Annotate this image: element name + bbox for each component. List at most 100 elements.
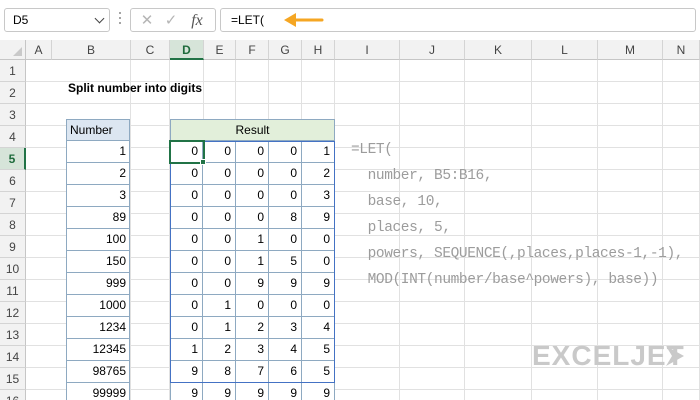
result-cell[interactable]: 9 bbox=[236, 273, 269, 295]
result-cell[interactable]: 3 bbox=[236, 339, 269, 361]
result-cell[interactable]: 0 bbox=[236, 141, 269, 163]
result-header-cell[interactable]: Result bbox=[170, 119, 335, 141]
column-header-m[interactable]: M bbox=[598, 40, 663, 60]
column-header-c[interactable]: C bbox=[131, 40, 170, 60]
result-cell[interactable]: 0 bbox=[170, 163, 203, 185]
result-cell[interactable]: 5 bbox=[302, 361, 335, 383]
column-header-f[interactable]: F bbox=[236, 40, 269, 60]
result-cell[interactable]: 3 bbox=[302, 185, 335, 207]
result-cell[interactable]: 0 bbox=[236, 207, 269, 229]
enter-icon[interactable]: ✓ bbox=[159, 10, 183, 31]
column-header-h[interactable]: H bbox=[302, 40, 335, 60]
row-header-13[interactable]: 13 bbox=[0, 324, 26, 346]
result-cell[interactable]: 0 bbox=[170, 317, 203, 339]
result-cell[interactable]: 3 bbox=[269, 317, 302, 339]
result-cell[interactable]: 0 bbox=[203, 141, 236, 163]
result-cell[interactable]: 1 bbox=[302, 141, 335, 163]
result-cell[interactable]: 0 bbox=[269, 163, 302, 185]
row-header-10[interactable]: 10 bbox=[0, 258, 26, 280]
result-cell[interactable]: 0 bbox=[170, 141, 203, 163]
result-cell[interactable]: 0 bbox=[203, 163, 236, 185]
row-header-3[interactable]: 3 bbox=[0, 104, 26, 126]
column-header-d[interactable]: D bbox=[170, 40, 204, 60]
number-cell[interactable]: 150 bbox=[66, 251, 130, 273]
result-cell[interactable]: 1 bbox=[236, 251, 269, 273]
result-cell[interactable]: 5 bbox=[302, 339, 335, 361]
row-header-15[interactable]: 15 bbox=[0, 368, 26, 390]
result-cell[interactable]: 4 bbox=[302, 317, 335, 339]
result-cell[interactable]: 0 bbox=[170, 229, 203, 251]
result-cell[interactable]: 0 bbox=[203, 251, 236, 273]
column-header-a[interactable]: A bbox=[26, 40, 52, 60]
more-options-icon[interactable] bbox=[118, 12, 122, 28]
result-cell[interactable]: 9 bbox=[170, 383, 203, 400]
column-header-g[interactable]: G bbox=[269, 40, 302, 60]
row-header-9[interactable]: 9 bbox=[0, 236, 26, 258]
number-cell[interactable]: 3 bbox=[66, 185, 130, 207]
result-cell[interactable]: 0 bbox=[203, 229, 236, 251]
result-cell[interactable]: 8 bbox=[203, 361, 236, 383]
row-header-11[interactable]: 11 bbox=[0, 280, 26, 302]
result-cell[interactable]: 8 bbox=[269, 207, 302, 229]
number-cell[interactable]: 89 bbox=[66, 207, 130, 229]
column-header-b[interactable]: B bbox=[52, 40, 131, 60]
result-cell[interactable]: 2 bbox=[302, 163, 335, 185]
name-box[interactable]: D5 bbox=[4, 8, 110, 32]
row-header-2[interactable]: 2 bbox=[0, 82, 26, 104]
result-cell[interactable]: 0 bbox=[170, 251, 203, 273]
result-cell[interactable]: 9 bbox=[269, 273, 302, 295]
row-header-8[interactable]: 8 bbox=[0, 214, 26, 236]
row-header-1[interactable]: 1 bbox=[0, 60, 26, 82]
result-cell[interactable]: 0 bbox=[269, 185, 302, 207]
result-cell[interactable]: 0 bbox=[170, 295, 203, 317]
result-cell[interactable]: 0 bbox=[203, 207, 236, 229]
result-cell[interactable]: 0 bbox=[236, 295, 269, 317]
result-cell[interactable]: 6 bbox=[269, 361, 302, 383]
result-cell[interactable]: 9 bbox=[269, 383, 302, 400]
cancel-icon[interactable]: ✕ bbox=[135, 10, 159, 31]
sheet-title[interactable]: Split number into digits bbox=[68, 81, 202, 95]
result-cell[interactable]: 9 bbox=[170, 361, 203, 383]
fill-handle[interactable] bbox=[200, 159, 206, 165]
column-header-k[interactable]: K bbox=[465, 40, 532, 60]
result-cell[interactable]: 1 bbox=[203, 317, 236, 339]
column-header-n[interactable]: N bbox=[663, 40, 700, 60]
result-cell[interactable]: 0 bbox=[236, 185, 269, 207]
result-cell[interactable]: 0 bbox=[269, 229, 302, 251]
number-cell[interactable]: 1234 bbox=[66, 317, 130, 339]
number-cell[interactable]: 99999 bbox=[66, 383, 130, 400]
result-cell[interactable]: 9 bbox=[302, 207, 335, 229]
result-cell[interactable]: 9 bbox=[236, 383, 269, 400]
row-header-5[interactable]: 5 bbox=[0, 148, 26, 170]
row-header-12[interactable]: 12 bbox=[0, 302, 26, 324]
number-cell[interactable]: 999 bbox=[66, 273, 130, 295]
column-header-i[interactable]: I bbox=[335, 40, 400, 60]
row-header-7[interactable]: 7 bbox=[0, 192, 26, 214]
chevron-down-icon[interactable] bbox=[94, 13, 105, 24]
result-cell[interactable]: 9 bbox=[302, 383, 335, 400]
result-cell[interactable]: 0 bbox=[170, 185, 203, 207]
row-header-14[interactable]: 14 bbox=[0, 346, 26, 368]
row-header-4[interactable]: 4 bbox=[0, 126, 26, 148]
result-cell[interactable]: 1 bbox=[203, 295, 236, 317]
result-cell[interactable]: 0 bbox=[269, 141, 302, 163]
result-cell[interactable]: 2 bbox=[203, 339, 236, 361]
result-cell[interactable]: 9 bbox=[203, 383, 236, 400]
result-cell[interactable]: 1 bbox=[236, 229, 269, 251]
result-cell[interactable]: 0 bbox=[302, 229, 335, 251]
result-cell[interactable]: 0 bbox=[203, 273, 236, 295]
column-header-j[interactable]: J bbox=[400, 40, 465, 60]
number-cell[interactable]: 100 bbox=[66, 229, 130, 251]
result-cell[interactable]: 4 bbox=[269, 339, 302, 361]
result-cell[interactable]: 0 bbox=[302, 295, 335, 317]
select-all-corner[interactable] bbox=[0, 40, 26, 60]
result-cell[interactable]: 0 bbox=[170, 207, 203, 229]
number-cell[interactable]: 1000 bbox=[66, 295, 130, 317]
result-cell[interactable]: 2 bbox=[236, 317, 269, 339]
row-header-16[interactable]: 16 bbox=[0, 390, 26, 400]
result-cell[interactable]: 1 bbox=[170, 339, 203, 361]
row-header-6[interactable]: 6 bbox=[0, 170, 26, 192]
insert-function-icon[interactable]: fx bbox=[185, 10, 209, 31]
column-header-e[interactable]: E bbox=[204, 40, 236, 60]
number-cell[interactable]: 12345 bbox=[66, 339, 130, 361]
